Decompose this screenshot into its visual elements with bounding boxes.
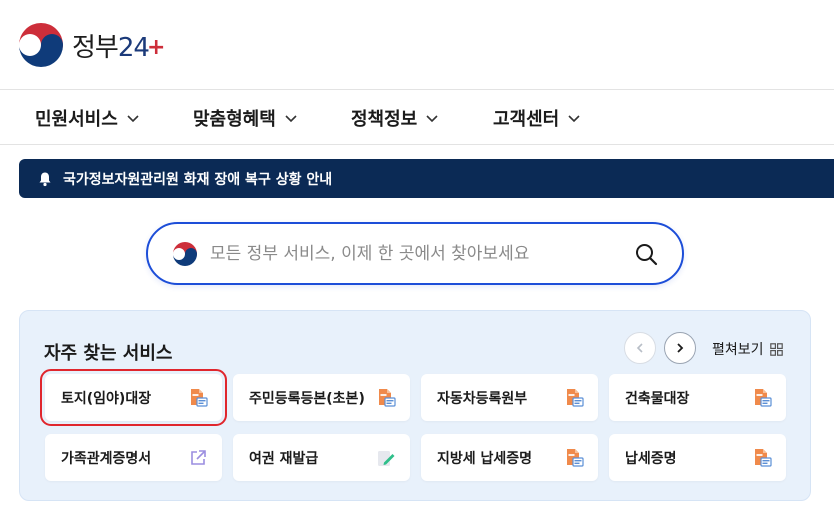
bell-icon <box>39 172 51 186</box>
carousel-next-button[interactable] <box>664 332 696 364</box>
external-link-icon <box>191 449 206 465</box>
service-card-label: 주민등록등본(초본) <box>249 390 365 407</box>
notice-banner[interactable]: 국가정보자원관리원 화재 장애 복구 상황 안내 <box>19 159 834 198</box>
nav-item-policy-info[interactable]: 정책정보 <box>351 105 439 131</box>
nav-item-label: 맞춤형혜택 <box>193 109 276 130</box>
pdf-document-icon <box>379 388 396 407</box>
edit-document-icon <box>378 450 395 466</box>
nav-item-label: 고객센터 <box>493 109 560 130</box>
panel-title: 자주 찾는 서비스 <box>44 343 173 364</box>
pdf-document-icon <box>567 448 584 467</box>
chevron-left-icon <box>636 343 643 353</box>
expand-label: 펼쳐보기 <box>712 342 764 358</box>
chevron-right-icon <box>677 343 684 353</box>
search-icon <box>636 243 658 265</box>
chevron-down-icon <box>426 115 438 123</box>
taegeuk-logo-icon <box>19 23 63 67</box>
nav-item-label: 정책정보 <box>351 109 418 130</box>
nav-item-label: 민원서비스 <box>35 109 118 130</box>
taegeuk-logo-icon <box>173 241 197 266</box>
pdf-document-icon <box>755 448 772 467</box>
notice-text: 국가정보자원관리원 화재 장애 복구 상황 안내 <box>63 171 333 188</box>
service-card-label: 납세증명 <box>625 450 677 467</box>
nav-item-civil-services[interactable]: 민원서비스 <box>35 105 140 131</box>
service-card-family-relations[interactable]: 가족관계증명서 <box>45 434 222 481</box>
service-card-vehicle-registration[interactable]: 자동차등록원부 <box>421 374 598 421</box>
logo-wordmark: 정부 24 + <box>72 27 165 64</box>
gov24-logo[interactable]: 정부 24 + <box>18 22 165 68</box>
search-bar <box>146 222 684 285</box>
search-button[interactable] <box>632 240 660 268</box>
service-card-tax-certificate[interactable]: 납세증명 <box>609 434 786 481</box>
chevron-down-icon <box>285 115 297 123</box>
pdf-document-icon <box>567 388 584 407</box>
service-card-label: 자동차등록원부 <box>437 390 528 407</box>
logo-number: 24 <box>117 32 150 63</box>
search-input[interactable] <box>210 243 632 264</box>
grid-icon <box>769 342 783 356</box>
service-card-label: 여권 재발급 <box>249 450 319 467</box>
pdf-document-icon <box>755 388 772 407</box>
service-card-label: 지방세 납세증명 <box>437 450 533 467</box>
service-card-building-register[interactable]: 건축물대장 <box>609 374 786 421</box>
nav-item-customer-center[interactable]: 고객센터 <box>493 105 581 131</box>
service-card-label: 토지(임야)대장 <box>61 390 152 407</box>
frequent-services-panel: 자주 찾는 서비스 펼쳐보기 토지(임야)대장 주민등록등본(초본) 자동차등록… <box>19 310 811 501</box>
service-card-local-tax-certificate[interactable]: 지방세 납세증명 <box>421 434 598 481</box>
site-header: 정부 24 + <box>0 0 834 90</box>
logo-plus: + <box>146 34 165 60</box>
logo-text: 정부 <box>72 32 119 63</box>
pdf-document-icon <box>191 388 208 407</box>
service-card-land-register[interactable]: 토지(임야)대장 <box>40 369 227 426</box>
chevron-down-icon <box>127 115 139 123</box>
main-nav: 민원서비스 맞춤형혜택 정책정보 고객센터 <box>0 90 834 145</box>
nav-item-custom-benefits[interactable]: 맞춤형혜택 <box>193 105 298 131</box>
carousel-prev-button[interactable] <box>624 332 656 364</box>
expand-button[interactable]: 펼쳐보기 <box>712 339 783 359</box>
service-card-label: 가족관계증명서 <box>61 450 152 467</box>
service-card-passport-reissue[interactable]: 여권 재발급 <box>233 434 410 481</box>
service-card-label: 건축물대장 <box>625 390 690 407</box>
service-card-resident-registration[interactable]: 주민등록등본(초본) <box>233 374 410 421</box>
chevron-down-icon <box>568 115 580 123</box>
